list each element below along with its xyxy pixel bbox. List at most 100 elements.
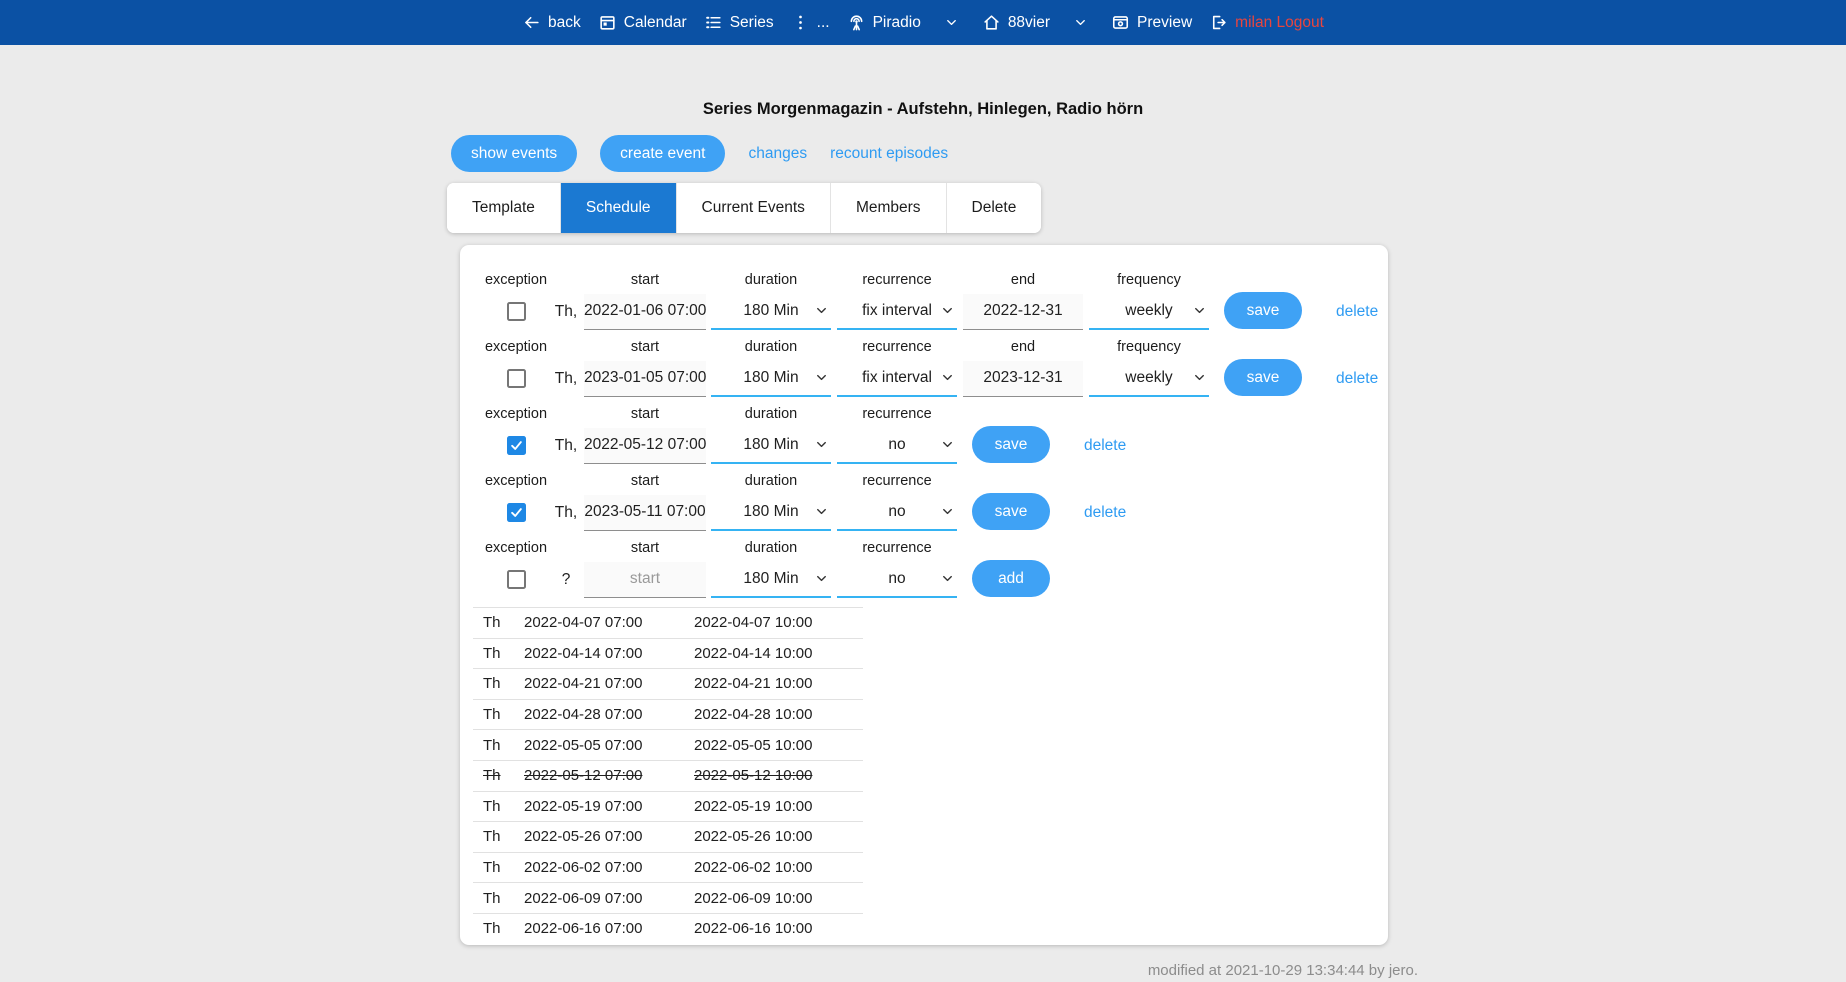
frequency-select[interactable]: weekly (1089, 294, 1209, 330)
top-navbar: back Calendar Series ... Piradio 88vier … (0, 0, 1846, 45)
schedule-card: exception Th, start duration 180 Min rec… (460, 245, 1388, 945)
delete-link[interactable]: delete (1084, 437, 1126, 455)
save-button[interactable]: save (1224, 292, 1302, 329)
recurrence-select[interactable]: no (837, 495, 957, 531)
tab-delete[interactable]: Delete (947, 183, 1042, 233)
recurrence-label: recurrence (862, 272, 931, 293)
nav-piradio[interactable]: Piradio (847, 13, 921, 32)
occurrence-row: Th 2022-04-14 07:00 2022-04-14 10:00 (473, 638, 863, 669)
recurrence-select[interactable]: no (837, 428, 957, 464)
end-input[interactable] (963, 294, 1083, 330)
duration-select[interactable]: 180 Min (711, 562, 831, 598)
nav-logout[interactable]: milan Logout (1209, 13, 1324, 32)
exception-label: exception (485, 272, 547, 293)
nav-station-label: 88vier (1008, 14, 1050, 32)
schedule-row-4: exception Th, start duration 180 Min rec… (460, 473, 1388, 531)
recurrence-label: recurrence (862, 540, 931, 561)
duration-select[interactable]: 180 Min (711, 294, 831, 330)
recurrence-value: no (888, 436, 905, 454)
start-input[interactable] (584, 428, 706, 464)
start-input[interactable] (584, 495, 706, 531)
delete-link[interactable]: delete (1336, 370, 1378, 388)
duration-value: 180 Min (743, 503, 798, 521)
action-bar: show events create event changes recount… (451, 135, 948, 172)
duration-label: duration (745, 272, 797, 293)
nav-preview[interactable]: Preview (1111, 13, 1192, 32)
start-input[interactable] (584, 361, 706, 397)
duration-value: 180 Min (743, 369, 798, 387)
changes-link[interactable]: changes (748, 145, 807, 163)
occurrence-end: 2022-05-12 10:00 (694, 760, 863, 791)
exception-checkbox[interactable] (507, 302, 526, 321)
chevron-down-icon (940, 571, 955, 586)
recurrence-select[interactable]: no (837, 562, 957, 598)
chevron-down-icon (814, 437, 829, 452)
nav-back[interactable]: back (522, 13, 581, 32)
frequency-value: weekly (1125, 302, 1172, 320)
exception-checkbox[interactable] (507, 369, 526, 388)
chevron-down-icon (940, 370, 955, 385)
start-input[interactable] (584, 294, 706, 330)
nav-calendar-label: Calendar (624, 14, 687, 32)
start-label: start (631, 473, 659, 494)
nav-series[interactable]: Series (704, 13, 774, 32)
delete-link[interactable]: delete (1084, 504, 1126, 522)
show-events-button[interactable]: show events (451, 135, 577, 172)
occurrence-start: 2022-05-05 07:00 (524, 730, 694, 761)
duration-value: 180 Min (743, 436, 798, 454)
duration-value: 180 Min (743, 302, 798, 320)
tab-current-events[interactable]: Current Events (677, 183, 831, 233)
add-button[interactable]: add (972, 560, 1050, 597)
save-button[interactable]: save (972, 493, 1050, 530)
logout-icon (1209, 13, 1228, 32)
delete-link[interactable]: delete (1336, 303, 1378, 321)
frequency-select[interactable]: weekly (1089, 361, 1209, 397)
occurrence-start: 2022-05-19 07:00 (524, 791, 694, 822)
end-label: end (1011, 272, 1035, 293)
day-label: Th, (555, 370, 577, 388)
nav-piradio-label: Piradio (873, 14, 921, 32)
occurrence-day: Th (473, 852, 524, 883)
occurrence-row: Th 2022-06-02 07:00 2022-06-02 10:00 (473, 852, 863, 883)
occurrence-start: 2022-04-21 07:00 (524, 669, 694, 700)
occurrence-day: Th (473, 760, 524, 791)
page-title: Series Morgenmagazin - Aufstehn, Hinlege… (0, 100, 1846, 119)
preview-icon (1111, 13, 1130, 32)
recurrence-select[interactable]: fix interval (837, 361, 957, 397)
recount-episodes-link[interactable]: recount episodes (830, 145, 948, 163)
nav-more[interactable]: ... (791, 13, 830, 32)
station-dropdown[interactable] (1073, 15, 1088, 30)
recurrence-value: no (888, 570, 905, 588)
start-input[interactable] (584, 562, 706, 598)
occurrence-end: 2022-05-05 10:00 (694, 730, 863, 761)
tab-schedule[interactable]: Schedule (561, 183, 677, 233)
schedule-row-2: exception Th, start duration 180 Min rec… (460, 339, 1388, 397)
tab-members[interactable]: Members (831, 183, 947, 233)
exception-checkbox[interactable] (507, 570, 526, 589)
duration-select[interactable]: 180 Min (711, 428, 831, 464)
create-event-button[interactable]: create event (600, 135, 725, 172)
occurrence-day: Th (473, 913, 524, 944)
end-input[interactable] (963, 361, 1083, 397)
chevron-down-icon (1192, 370, 1207, 385)
save-button[interactable]: save (1224, 359, 1302, 396)
tab-template[interactable]: Template (447, 183, 561, 233)
duration-select[interactable]: 180 Min (711, 495, 831, 531)
occurrence-row: Th 2022-04-28 07:00 2022-04-28 10:00 (473, 699, 863, 730)
save-button[interactable]: save (972, 426, 1050, 463)
occurrence-day: Th (473, 669, 524, 700)
occurrence-day: Th (473, 791, 524, 822)
nav-calendar[interactable]: Calendar (598, 13, 687, 32)
nav-station[interactable]: 88vier (982, 13, 1050, 32)
occurrence-row: Th 2022-06-09 07:00 2022-06-09 10:00 (473, 883, 863, 914)
recurrence-select[interactable]: fix interval (837, 294, 957, 330)
occurrence-end: 2022-05-26 10:00 (694, 822, 863, 853)
chevron-down-icon (1192, 303, 1207, 318)
piradio-dropdown[interactable] (944, 15, 959, 30)
exception-label: exception (485, 540, 547, 561)
duration-select[interactable]: 180 Min (711, 361, 831, 397)
exception-checkbox[interactable] (507, 436, 526, 455)
exception-checkbox[interactable] (507, 503, 526, 522)
occurrence-end: 2022-06-02 10:00 (694, 852, 863, 883)
duration-label: duration (745, 473, 797, 494)
